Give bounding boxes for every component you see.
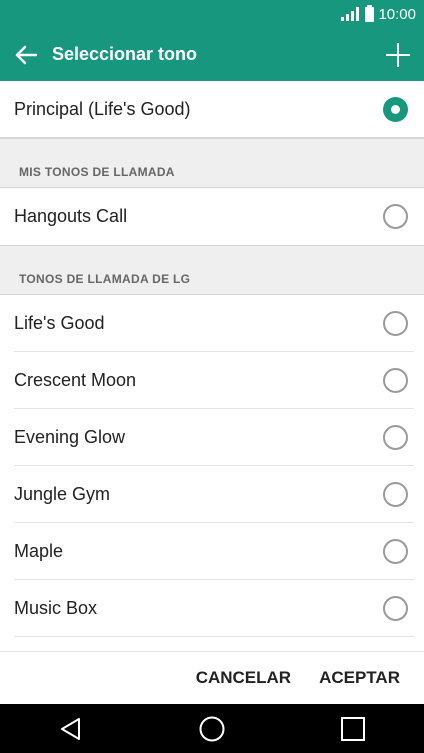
current-ringtone-row[interactable]: Principal (Life's Good) <box>0 81 424 138</box>
signal-icon <box>341 7 360 21</box>
status-bar: 10:00 <box>0 0 424 28</box>
ringtone-label: Maple <box>14 541 64 561</box>
battery-icon <box>365 4 375 22</box>
app-bar: Seleccionar tono <box>0 28 424 81</box>
cancel-button[interactable]: CANCELAR <box>196 668 291 688</box>
navigation-bar <box>0 704 424 753</box>
radio-unselected[interactable] <box>383 596 408 621</box>
back-triangle-icon <box>60 717 80 740</box>
section-header-my-ringtones: MIS TONOS DE LLAMADA <box>0 138 424 188</box>
ringtone-label: Music Box <box>14 598 98 618</box>
ringtone-row-maple[interactable]: Maple <box>0 523 424 580</box>
ringtone-row-evening-glow[interactable]: Evening Glow <box>0 409 424 466</box>
dialog-actions: CANCELAR ACEPTAR <box>0 651 424 704</box>
home-circle-icon <box>199 716 225 741</box>
radio-unselected[interactable] <box>383 425 408 450</box>
ringtone-row-music-box[interactable]: Music Box <box>0 580 424 637</box>
radio-unselected[interactable] <box>383 482 408 507</box>
nav-recents-button[interactable] <box>323 704 383 753</box>
ringtone-row-crescent-moon[interactable]: Crescent Moon <box>0 352 424 409</box>
ringtone-row-lifes-good[interactable]: Life's Good <box>0 295 424 352</box>
ringtone-label: Life's Good <box>14 313 105 333</box>
radio-unselected[interactable] <box>383 368 408 393</box>
add-ringtone-button[interactable] <box>372 28 424 81</box>
ringtone-label: Crescent Moon <box>14 370 137 390</box>
radio-unselected[interactable] <box>383 204 408 229</box>
ringtone-row-hangouts-call[interactable]: Hangouts Call <box>0 188 424 245</box>
section-header-lg-ringtones: TONOS DE LLAMADA DE LG <box>0 245 424 295</box>
back-arrow-icon <box>15 45 37 64</box>
radio-selected[interactable] <box>383 96 408 122</box>
radio-unselected[interactable] <box>383 539 408 564</box>
nav-home-button[interactable] <box>182 704 242 753</box>
ringtone-label: Hangouts Call <box>14 206 128 226</box>
back-button[interactable] <box>0 28 52 81</box>
accept-button[interactable]: ACEPTAR <box>319 668 400 688</box>
recents-square-icon <box>341 716 366 741</box>
status-time: 10:00 <box>378 5 416 23</box>
nav-back-button[interactable] <box>41 704 101 753</box>
radio-unselected[interactable] <box>383 311 408 336</box>
ringtone-label: Evening Glow <box>14 427 126 447</box>
ringtone-label: Principal (Life's Good) <box>14 98 191 119</box>
page-title: Seleccionar tono <box>52 44 198 64</box>
ringtone-list: Principal (Life's Good) MIS TONOS DE LLA… <box>0 81 424 637</box>
ringtone-label: Jungle Gym <box>14 484 111 504</box>
ringtone-row-jungle-gym[interactable]: Jungle Gym <box>0 466 424 523</box>
